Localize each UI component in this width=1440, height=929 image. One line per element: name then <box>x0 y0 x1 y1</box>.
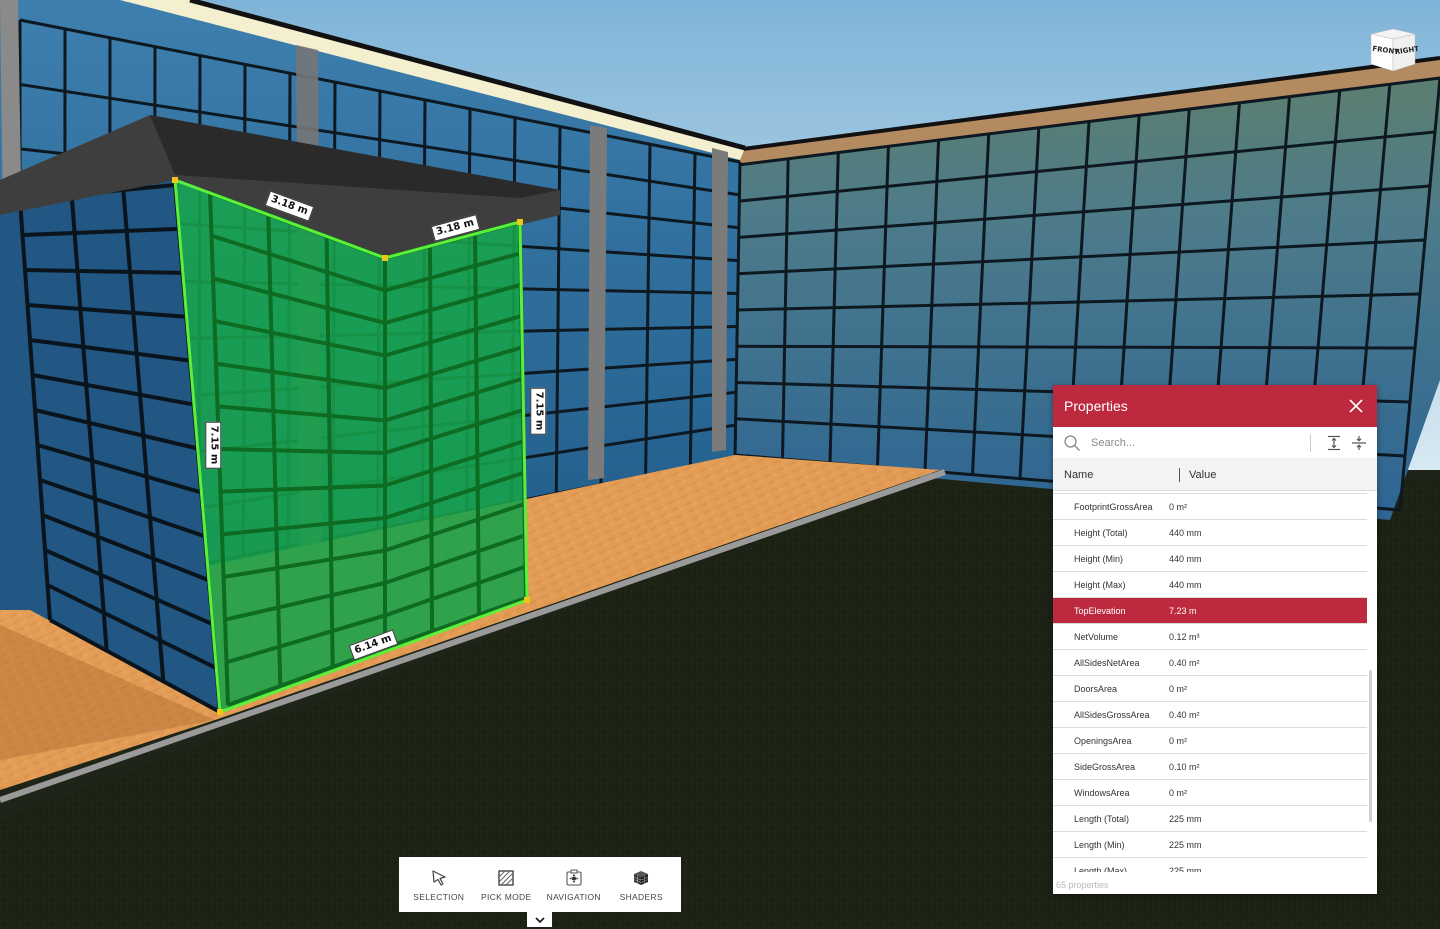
measurement-label-left-height: 7.15 m <box>205 421 222 469</box>
property-name: AllSidesNetArea <box>1074 657 1140 668</box>
pick-mode-button[interactable]: PICK MODE <box>473 868 539 902</box>
property-name: DoorsArea <box>1074 683 1118 694</box>
property-row[interactable]: SideGrossArea 0.10 m² <box>1053 754 1367 780</box>
property-value: 0 m² <box>1169 501 1187 512</box>
property-name: Height (Total) <box>1074 527 1128 538</box>
property-row[interactable]: WindowsArea 0 m² <box>1053 780 1367 806</box>
property-value: 440 mm <box>1169 579 1202 590</box>
property-name: TopElevation <box>1074 605 1126 616</box>
property-row[interactable]: TopElevation 7.23 m <box>1053 598 1367 624</box>
property-value: 225 mm <box>1169 839 1202 850</box>
collapse-all-icon <box>1352 435 1366 450</box>
property-count: 65 properties <box>1056 880 1109 890</box>
property-name: Length (Max) <box>1074 865 1128 873</box>
property-row[interactable]: NetVolume 0.12 m³ <box>1053 624 1367 650</box>
shaders-button[interactable]: SHADERS <box>608 868 674 902</box>
property-value: 0 m² <box>1169 683 1187 694</box>
property-row[interactable]: Length (Max) 225 mm <box>1053 858 1367 873</box>
property-name: SideGrossArea <box>1074 761 1136 772</box>
hatched-square-icon <box>498 869 514 886</box>
selection-label: SELECTION <box>413 891 465 902</box>
property-row[interactable]: Height (Total) 440 mm <box>1053 520 1367 546</box>
property-value: 7.23 m <box>1169 605 1197 616</box>
property-row[interactable]: AllSidesNetArea 0.40 m² <box>1053 650 1367 676</box>
property-row[interactable]: AllSidesGrossArea 0.40 m² <box>1053 702 1367 728</box>
navigation-pad-icon <box>566 869 582 886</box>
property-row[interactable]: DoorsArea 0 m² <box>1053 676 1367 702</box>
column-header-name[interactable]: Name <box>1053 469 1179 481</box>
shaders-label: SHADERS <box>619 891 663 902</box>
close-button[interactable] <box>1345 395 1367 417</box>
table-header: Name Value <box>1053 459 1377 491</box>
close-icon <box>1349 399 1363 413</box>
selection-button[interactable]: SELECTION <box>406 868 472 902</box>
expand-all-button[interactable] <box>1324 433 1344 453</box>
bottom-toolbar: SELECTION PICK MODE NAVIGATION SHADERS <box>399 857 681 912</box>
property-value: 0.12 m³ <box>1169 631 1200 642</box>
column-header-value[interactable]: Value <box>1189 469 1377 481</box>
property-value: 0.40 m² <box>1169 657 1200 668</box>
chevron-down-icon <box>534 916 545 923</box>
panel-header: Properties <box>1053 385 1377 427</box>
property-name: NetVolume <box>1074 631 1119 642</box>
property-name: Height (Min) <box>1074 553 1124 564</box>
property-value: 0 m² <box>1169 787 1187 798</box>
measurement-label-right-height: 7.15 m <box>530 387 547 435</box>
navigation-label: NAVIGATION <box>546 891 601 902</box>
toolbar-divider <box>1310 433 1311 452</box>
search-input[interactable] <box>1091 436 1306 449</box>
properties-list[interactable]: FootprintGrossArea 0 m² Height (Total) 440 … <box>1053 492 1367 872</box>
property-value: 225 mm <box>1169 813 1202 824</box>
property-row[interactable]: Height (Min) 440 mm <box>1053 546 1367 572</box>
property-name: OpeningsArea <box>1074 735 1132 746</box>
mullion <box>24 268 183 275</box>
scrollbar-track[interactable] <box>1369 492 1373 872</box>
property-name: Height (Max) <box>1074 579 1126 590</box>
search-icon <box>1064 434 1080 451</box>
toolbar-collapse-button[interactable] <box>527 912 552 927</box>
property-name: Length (Total) <box>1074 813 1130 824</box>
property-value: 0 m² <box>1169 735 1187 746</box>
collapse-all-button[interactable] <box>1349 433 1369 453</box>
property-name: AllSidesGrossArea <box>1074 709 1150 720</box>
property-row[interactable]: Length (Min) 225 mm <box>1053 832 1367 858</box>
property-value: 0.40 m² <box>1169 709 1200 720</box>
cursor-arrow-icon <box>432 869 446 886</box>
properties-panel: Properties Search... Name Value Footprin… <box>1053 385 1377 894</box>
property-row[interactable]: OpeningsArea 0 m² <box>1053 728 1367 754</box>
property-value: 225 mm <box>1169 865 1202 873</box>
property-value: 0.10 m² <box>1169 761 1200 772</box>
pick-mode-label: PICK MODE <box>481 891 532 902</box>
navigation-button[interactable]: NAVIGATION <box>541 868 607 902</box>
view-cube[interactable]: FRONT RIGHT <box>1368 28 1418 72</box>
property-row[interactable]: Length (Total) 225 mm <box>1053 806 1367 832</box>
property-name: WindowsArea <box>1074 787 1130 798</box>
panel-title: Properties <box>1064 398 1128 414</box>
property-name: FootprintGrossArea <box>1074 501 1153 512</box>
column-resize-handle[interactable] <box>1179 467 1180 482</box>
cube-stack-icon <box>634 870 649 885</box>
property-name: Length (Min) <box>1074 839 1125 850</box>
search-row <box>1053 427 1377 459</box>
scrollbar-thumb[interactable] <box>1369 670 1372 822</box>
property-value: 440 mm <box>1169 527 1202 538</box>
expand-all-icon <box>1328 435 1340 450</box>
property-value: 440 mm <box>1169 553 1202 564</box>
mullion <box>736 344 1416 350</box>
property-row[interactable]: FootprintGrossArea 0 m² <box>1053 494 1367 520</box>
property-row[interactable]: Height (Max) 440 mm <box>1053 572 1367 598</box>
